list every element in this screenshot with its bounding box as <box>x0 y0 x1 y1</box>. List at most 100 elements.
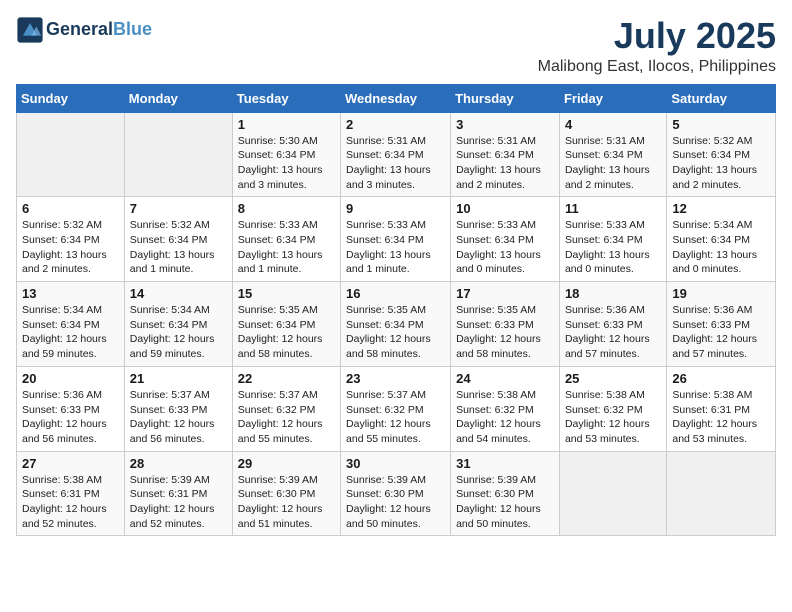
day-info: Sunrise: 5:32 AM Sunset: 6:34 PM Dayligh… <box>672 134 770 193</box>
week-row-3: 13 Sunrise: 5:34 AM Sunset: 6:34 PM Dayli… <box>17 282 776 367</box>
calendar-cell: 16 Sunrise: 5:35 AM Sunset: 6:34 PM Dayli… <box>341 282 451 367</box>
day-info: Sunrise: 5:36 AM Sunset: 6:33 PM Dayligh… <box>565 303 661 362</box>
day-number: 22 <box>238 371 335 386</box>
day-info: Sunrise: 5:37 AM Sunset: 6:32 PM Dayligh… <box>346 388 445 447</box>
day-info: Sunrise: 5:35 AM Sunset: 6:33 PM Dayligh… <box>456 303 554 362</box>
day-number: 3 <box>456 117 554 132</box>
day-number: 17 <box>456 286 554 301</box>
day-number: 15 <box>238 286 335 301</box>
day-info: Sunrise: 5:36 AM Sunset: 6:33 PM Dayligh… <box>672 303 770 362</box>
week-row-5: 27Sunrise: 5:38 AM Sunset: 6:31 PM Dayli… <box>17 451 776 536</box>
calendar-cell: 22 Sunrise: 5:37 AM Sunset: 6:32 PM Dayli… <box>232 366 340 451</box>
calendar-cell: 4 Sunrise: 5:31 AM Sunset: 6:34 PM Daylig… <box>559 112 666 197</box>
day-info: Sunrise: 5:34 AM Sunset: 6:34 PM Dayligh… <box>22 303 119 362</box>
day-info: Sunrise: 5:34 AM Sunset: 6:34 PM Dayligh… <box>672 218 770 277</box>
calendar-cell: 6 Sunrise: 5:32 AM Sunset: 6:34 PM Daylig… <box>17 197 125 282</box>
day-number: 16 <box>346 286 445 301</box>
calendar-cell: 3 Sunrise: 5:31 AM Sunset: 6:34 PM Daylig… <box>451 112 560 197</box>
day-info: Sunrise: 5:32 AM Sunset: 6:34 PM Dayligh… <box>130 218 227 277</box>
calendar-cell: 2 Sunrise: 5:31 AM Sunset: 6:34 PM Daylig… <box>341 112 451 197</box>
day-info: Sunrise: 5:35 AM Sunset: 6:34 PM Dayligh… <box>346 303 445 362</box>
day-number: 6 <box>22 201 119 216</box>
calendar-cell: 24Sunrise: 5:38 AM Sunset: 6:32 PM Dayli… <box>451 366 560 451</box>
day-info: Sunrise: 5:38 AM Sunset: 6:31 PM Dayligh… <box>672 388 770 447</box>
calendar-cell: 7 Sunrise: 5:32 AM Sunset: 6:34 PM Daylig… <box>124 197 232 282</box>
day-info: Sunrise: 5:38 AM Sunset: 6:31 PM Dayligh… <box>22 473 119 532</box>
header-thursday: Thursday <box>451 84 560 112</box>
day-info: Sunrise: 5:31 AM Sunset: 6:34 PM Dayligh… <box>565 134 661 193</box>
calendar-cell: 25 Sunrise: 5:38 AM Sunset: 6:32 PM Dayli… <box>559 366 666 451</box>
calendar-cell <box>667 451 776 536</box>
calendar-cell: 10Sunrise: 5:33 AM Sunset: 6:34 PM Dayli… <box>451 197 560 282</box>
day-info: Sunrise: 5:36 AM Sunset: 6:33 PM Dayligh… <box>22 388 119 447</box>
calendar-cell: 8Sunrise: 5:33 AM Sunset: 6:34 PM Daylig… <box>232 197 340 282</box>
calendar-cell: 11 Sunrise: 5:33 AM Sunset: 6:34 PM Dayli… <box>559 197 666 282</box>
day-info: Sunrise: 5:38 AM Sunset: 6:32 PM Dayligh… <box>565 388 661 447</box>
calendar-cell: 23 Sunrise: 5:37 AM Sunset: 6:32 PM Dayli… <box>341 366 451 451</box>
logo: GeneralBlue <box>16 16 152 44</box>
day-number: 21 <box>130 371 227 386</box>
calendar-cell: 18 Sunrise: 5:36 AM Sunset: 6:33 PM Dayli… <box>559 282 666 367</box>
day-number: 13 <box>22 286 119 301</box>
day-number: 29 <box>238 456 335 471</box>
calendar-cell: 13 Sunrise: 5:34 AM Sunset: 6:34 PM Dayli… <box>17 282 125 367</box>
calendar-cell: 5 Sunrise: 5:32 AM Sunset: 6:34 PM Daylig… <box>667 112 776 197</box>
day-info: Sunrise: 5:34 AM Sunset: 6:34 PM Dayligh… <box>130 303 227 362</box>
calendar-cell: 28 Sunrise: 5:39 AM Sunset: 6:31 PM Dayli… <box>124 451 232 536</box>
calendar-cell: 19 Sunrise: 5:36 AM Sunset: 6:33 PM Dayli… <box>667 282 776 367</box>
calendar-cell <box>17 112 125 197</box>
day-number: 25 <box>565 371 661 386</box>
calendar-cell <box>124 112 232 197</box>
calendar-cell: 21Sunrise: 5:37 AM Sunset: 6:33 PM Dayli… <box>124 366 232 451</box>
calendar-table: SundayMondayTuesdayWednesdayThursdayFrid… <box>16 84 776 537</box>
day-info: Sunrise: 5:33 AM Sunset: 6:34 PM Dayligh… <box>565 218 661 277</box>
month-year: July 2025 <box>538 16 776 56</box>
week-row-2: 6 Sunrise: 5:32 AM Sunset: 6:34 PM Daylig… <box>17 197 776 282</box>
week-row-1: 1Sunrise: 5:30 AM Sunset: 6:34 PM Daylig… <box>17 112 776 197</box>
calendar-cell: 14 Sunrise: 5:34 AM Sunset: 6:34 PM Dayli… <box>124 282 232 367</box>
calendar-cell: 31Sunrise: 5:39 AM Sunset: 6:30 PM Dayli… <box>451 451 560 536</box>
day-info: Sunrise: 5:33 AM Sunset: 6:34 PM Dayligh… <box>346 218 445 277</box>
day-number: 26 <box>672 371 770 386</box>
calendar-cell: 1Sunrise: 5:30 AM Sunset: 6:34 PM Daylig… <box>232 112 340 197</box>
calendar-cell <box>559 451 666 536</box>
logo-text: GeneralBlue <box>46 20 152 40</box>
day-number: 28 <box>130 456 227 471</box>
day-info: Sunrise: 5:31 AM Sunset: 6:34 PM Dayligh… <box>346 134 445 193</box>
day-number: 12 <box>672 201 770 216</box>
day-number: 5 <box>672 117 770 132</box>
calendar-cell: 30Sunrise: 5:39 AM Sunset: 6:30 PM Dayli… <box>341 451 451 536</box>
day-info: Sunrise: 5:30 AM Sunset: 6:34 PM Dayligh… <box>238 134 335 193</box>
day-info: Sunrise: 5:31 AM Sunset: 6:34 PM Dayligh… <box>456 134 554 193</box>
calendar-header-row: SundayMondayTuesdayWednesdayThursdayFrid… <box>17 84 776 112</box>
day-number: 11 <box>565 201 661 216</box>
day-number: 18 <box>565 286 661 301</box>
day-info: Sunrise: 5:39 AM Sunset: 6:30 PM Dayligh… <box>238 473 335 532</box>
calendar-cell: 26 Sunrise: 5:38 AM Sunset: 6:31 PM Dayli… <box>667 366 776 451</box>
day-number: 23 <box>346 371 445 386</box>
day-info: Sunrise: 5:39 AM Sunset: 6:31 PM Dayligh… <box>130 473 227 532</box>
day-info: Sunrise: 5:32 AM Sunset: 6:34 PM Dayligh… <box>22 218 119 277</box>
header-sunday: Sunday <box>17 84 125 112</box>
calendar-cell: 29 Sunrise: 5:39 AM Sunset: 6:30 PM Dayli… <box>232 451 340 536</box>
header-friday: Friday <box>559 84 666 112</box>
header-monday: Monday <box>124 84 232 112</box>
calendar-cell: 17 Sunrise: 5:35 AM Sunset: 6:33 PM Dayli… <box>451 282 560 367</box>
day-number: 4 <box>565 117 661 132</box>
day-number: 8 <box>238 201 335 216</box>
page-header: GeneralBlue July 2025 Malibong East, Ilo… <box>16 16 776 76</box>
day-number: 19 <box>672 286 770 301</box>
header-tuesday: Tuesday <box>232 84 340 112</box>
day-info: Sunrise: 5:38 AM Sunset: 6:32 PM Dayligh… <box>456 388 554 447</box>
calendar-cell: 12 Sunrise: 5:34 AM Sunset: 6:34 PM Dayli… <box>667 197 776 282</box>
calendar-cell: 15 Sunrise: 5:35 AM Sunset: 6:34 PM Dayli… <box>232 282 340 367</box>
location: Malibong East, Ilocos, Philippines <box>538 58 776 76</box>
day-number: 14 <box>130 286 227 301</box>
day-number: 7 <box>130 201 227 216</box>
header-wednesday: Wednesday <box>341 84 451 112</box>
day-number: 20 <box>22 371 119 386</box>
day-number: 2 <box>346 117 445 132</box>
day-number: 9 <box>346 201 445 216</box>
day-info: Sunrise: 5:37 AM Sunset: 6:32 PM Dayligh… <box>238 388 335 447</box>
day-info: Sunrise: 5:35 AM Sunset: 6:34 PM Dayligh… <box>238 303 335 362</box>
